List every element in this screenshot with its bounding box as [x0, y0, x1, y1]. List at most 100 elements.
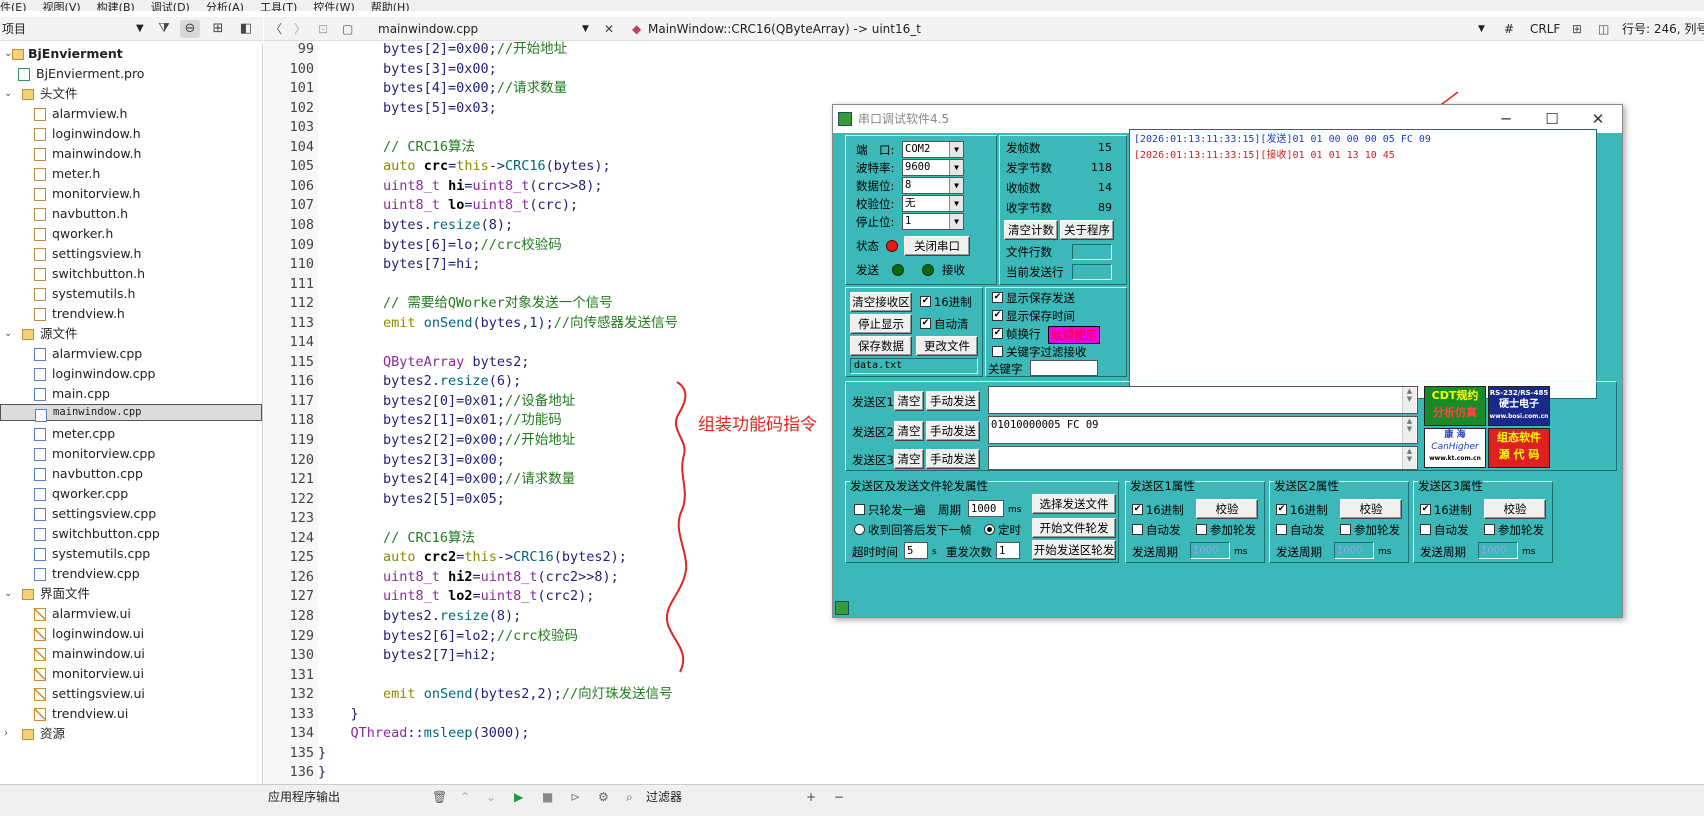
down-icon[interactable]: ⌄ [486, 789, 496, 805]
tree-file[interactable]: monitorview.h [0, 184, 262, 204]
code-line[interactable]: uint8_t hi=uint8_t(crc>>8); [318, 176, 603, 196]
about-button[interactable]: 关于程序 [1060, 220, 1114, 240]
chevron-down-icon[interactable]: ⌄ [4, 84, 12, 104]
code-line[interactable]: bytes[2]=0x00;//开始地址 [318, 41, 567, 59]
output-tab[interactable]: 应用程序输出 [268, 789, 340, 805]
show-save-send-checkbox[interactable]: ✔ [992, 292, 1003, 303]
code-line[interactable]: bytes[3]=0x00; [318, 59, 497, 79]
menu-widgets[interactable]: 控件(W) [313, 2, 354, 11]
period-input[interactable]: 1000 [968, 500, 1004, 517]
chevron-down-icon[interactable]: ▼ [949, 196, 963, 211]
rs-logo[interactable]: RS-232/RS-485 硬士电子 www.bosi.com.cn [1488, 386, 1550, 426]
select-file-button[interactable]: 选择发送文件 [1032, 494, 1116, 514]
code-line[interactable]: bytes2[3]=0x00; [318, 450, 505, 470]
start-area-button[interactable]: 开始发送区轮发 [1032, 540, 1116, 560]
tree-file[interactable]: BjEnvierment.pro [0, 64, 262, 84]
scrollbar[interactable]: ▲ ▼ [1402, 417, 1416, 443]
tree-file[interactable]: mainwindow.cpp [0, 404, 262, 422]
menu-build[interactable]: 构建(B) [97, 2, 135, 11]
up-icon[interactable]: ⌃ [460, 789, 470, 805]
cdt-logo[interactable]: CDT规约 分析仿真 [1424, 386, 1486, 426]
chevron-down-icon[interactable]: ⌄ [4, 584, 12, 604]
save-data-button[interactable]: 保存数据 [850, 336, 912, 356]
code-line[interactable]: auto crc=this->CRC16(bytes); [318, 156, 611, 176]
baud-select[interactable]: 9600 ▼ [902, 159, 964, 176]
lock-icon[interactable]: ⊡ [318, 17, 328, 41]
check-button[interactable]: 校验 [1196, 499, 1258, 519]
stop-icon[interactable]: ■ [542, 789, 553, 805]
code-line[interactable]: uint8_t lo=uint8_t(crc); [318, 195, 578, 215]
scrollbar[interactable]: ▲ ▼ [1402, 387, 1416, 413]
tree-file[interactable]: loginwindow.cpp [0, 364, 262, 384]
tree-file[interactable]: alarmview.ui [0, 604, 262, 624]
menu-analyze[interactable]: 分析(A) [206, 2, 244, 11]
function-combo[interactable]: MainWindow::CRC16(QByteArray) -> uint16_… [648, 17, 921, 41]
run-icon[interactable]: ▶ [514, 789, 523, 805]
auto-send-checkbox[interactable] [1276, 524, 1287, 535]
tree-file[interactable]: qworker.h [0, 224, 262, 244]
code-line[interactable]: bytes2[7]=hi2; [318, 645, 497, 665]
split-icon[interactable]: ◫ [1598, 17, 1609, 41]
tree-file[interactable]: switchbutton.h [0, 264, 262, 284]
manual-send-button[interactable]: 手动发送 [926, 421, 980, 441]
send-period-input[interactable]: 1000 [1478, 542, 1518, 559]
tree-file[interactable]: trendview.cpp [0, 564, 262, 584]
code-line[interactable]: bytes[4]=0x00;//请求数量 [318, 78, 567, 98]
hex16-checkbox[interactable]: ✔ [1132, 504, 1143, 515]
tree-file[interactable]: systemutils.h [0, 284, 262, 304]
timeout-input[interactable]: 5 [904, 542, 928, 559]
line-ending[interactable]: CRLF [1530, 17, 1560, 41]
chevron-right-icon[interactable]: › [4, 724, 8, 744]
tree-file[interactable]: mainwindow.h [0, 144, 262, 164]
retry-input[interactable]: 1 [996, 542, 1020, 559]
close-icon[interactable]: ✕ [604, 17, 614, 41]
send-period-input[interactable]: 1000 [1334, 542, 1374, 559]
chevron-down-icon[interactable]: ▼ [949, 142, 963, 157]
code-line[interactable]: QThread::msleep(3000); [318, 723, 530, 743]
file-combo[interactable]: mainwindow.cpp [378, 17, 478, 41]
receive-area[interactable]: [2026:01:13:11:33:15][发送]01 01 00 00 00 … [1129, 129, 1597, 399]
code-line[interactable]: } [318, 762, 326, 782]
code-line[interactable]: emit onSend(bytes,1);//向传感器发送信号 [318, 313, 678, 333]
code-line[interactable]: bytes2[1]=0x01;//功能码 [318, 410, 562, 430]
auto-send-checkbox[interactable] [1420, 524, 1431, 535]
code-line[interactable]: QByteArray bytes2; [318, 352, 529, 372]
tree-file[interactable]: loginwindow.ui [0, 624, 262, 644]
minus-icon[interactable]: − [834, 789, 844, 805]
tree-folder[interactable]: ⌄ 源文件 [0, 324, 262, 344]
tree-folder[interactable]: ⌄ 头文件 [0, 84, 262, 104]
check-button[interactable]: 校验 [1340, 499, 1402, 519]
settings-icon[interactable]: ⚙ [598, 789, 609, 805]
tree-file[interactable]: meter.h [0, 164, 262, 184]
filter-input[interactable]: 过滤器 [646, 789, 682, 805]
code-line[interactable]: // CRC16算法 [318, 528, 475, 548]
change-file-button[interactable]: 更改文件 [916, 336, 978, 356]
code-line[interactable]: bytes2[4]=0x00;//请求数量 [318, 469, 575, 489]
tree-file[interactable]: navbutton.h [0, 204, 262, 224]
check-button[interactable]: 校验 [1484, 499, 1546, 519]
send-area-input[interactable]: 01010000005 FC 09 [988, 416, 1418, 444]
close-sidebar-icon[interactable]: ◧ [236, 20, 256, 38]
code-line[interactable]: bytes.resize(8); [318, 215, 513, 235]
tree-folder[interactable]: ⌄ 界面文件 [0, 584, 262, 604]
view-combo[interactable]: 项目 [2, 20, 148, 38]
stop-display-button[interactable]: 停止显示 [850, 314, 912, 334]
add-icon[interactable]: + [806, 789, 816, 805]
code-line[interactable]: bytes[5]=0x03; [318, 98, 497, 118]
add-split-icon[interactable]: ⊞ [208, 20, 228, 38]
send-area-input[interactable] [988, 386, 1418, 414]
clear-recv-button[interactable]: 清空接收区 [850, 292, 912, 312]
code-line[interactable]: uint8_t lo2=uint8_t(crc2); [318, 586, 594, 606]
join-rotation-checkbox[interactable] [1484, 524, 1495, 535]
keyword-filter-checkbox[interactable] [992, 346, 1003, 357]
stop-bits-select[interactable]: 1 ▼ [902, 213, 964, 230]
chevron-down-icon[interactable]: ⌄ [4, 324, 12, 344]
hex16-checkbox[interactable]: ✔ [1276, 504, 1287, 515]
link-icon[interactable]: ⊖ [180, 20, 200, 38]
tree-file[interactable]: mainwindow.ui [0, 644, 262, 664]
tree-file[interactable]: settingsview.cpp [0, 504, 262, 524]
code-line[interactable]: } [318, 743, 326, 763]
code-line[interactable]: bytes2[5]=0x05; [318, 489, 505, 509]
keyword-input[interactable] [1030, 360, 1098, 376]
attach-icon[interactable]: ⊳ [570, 789, 580, 805]
